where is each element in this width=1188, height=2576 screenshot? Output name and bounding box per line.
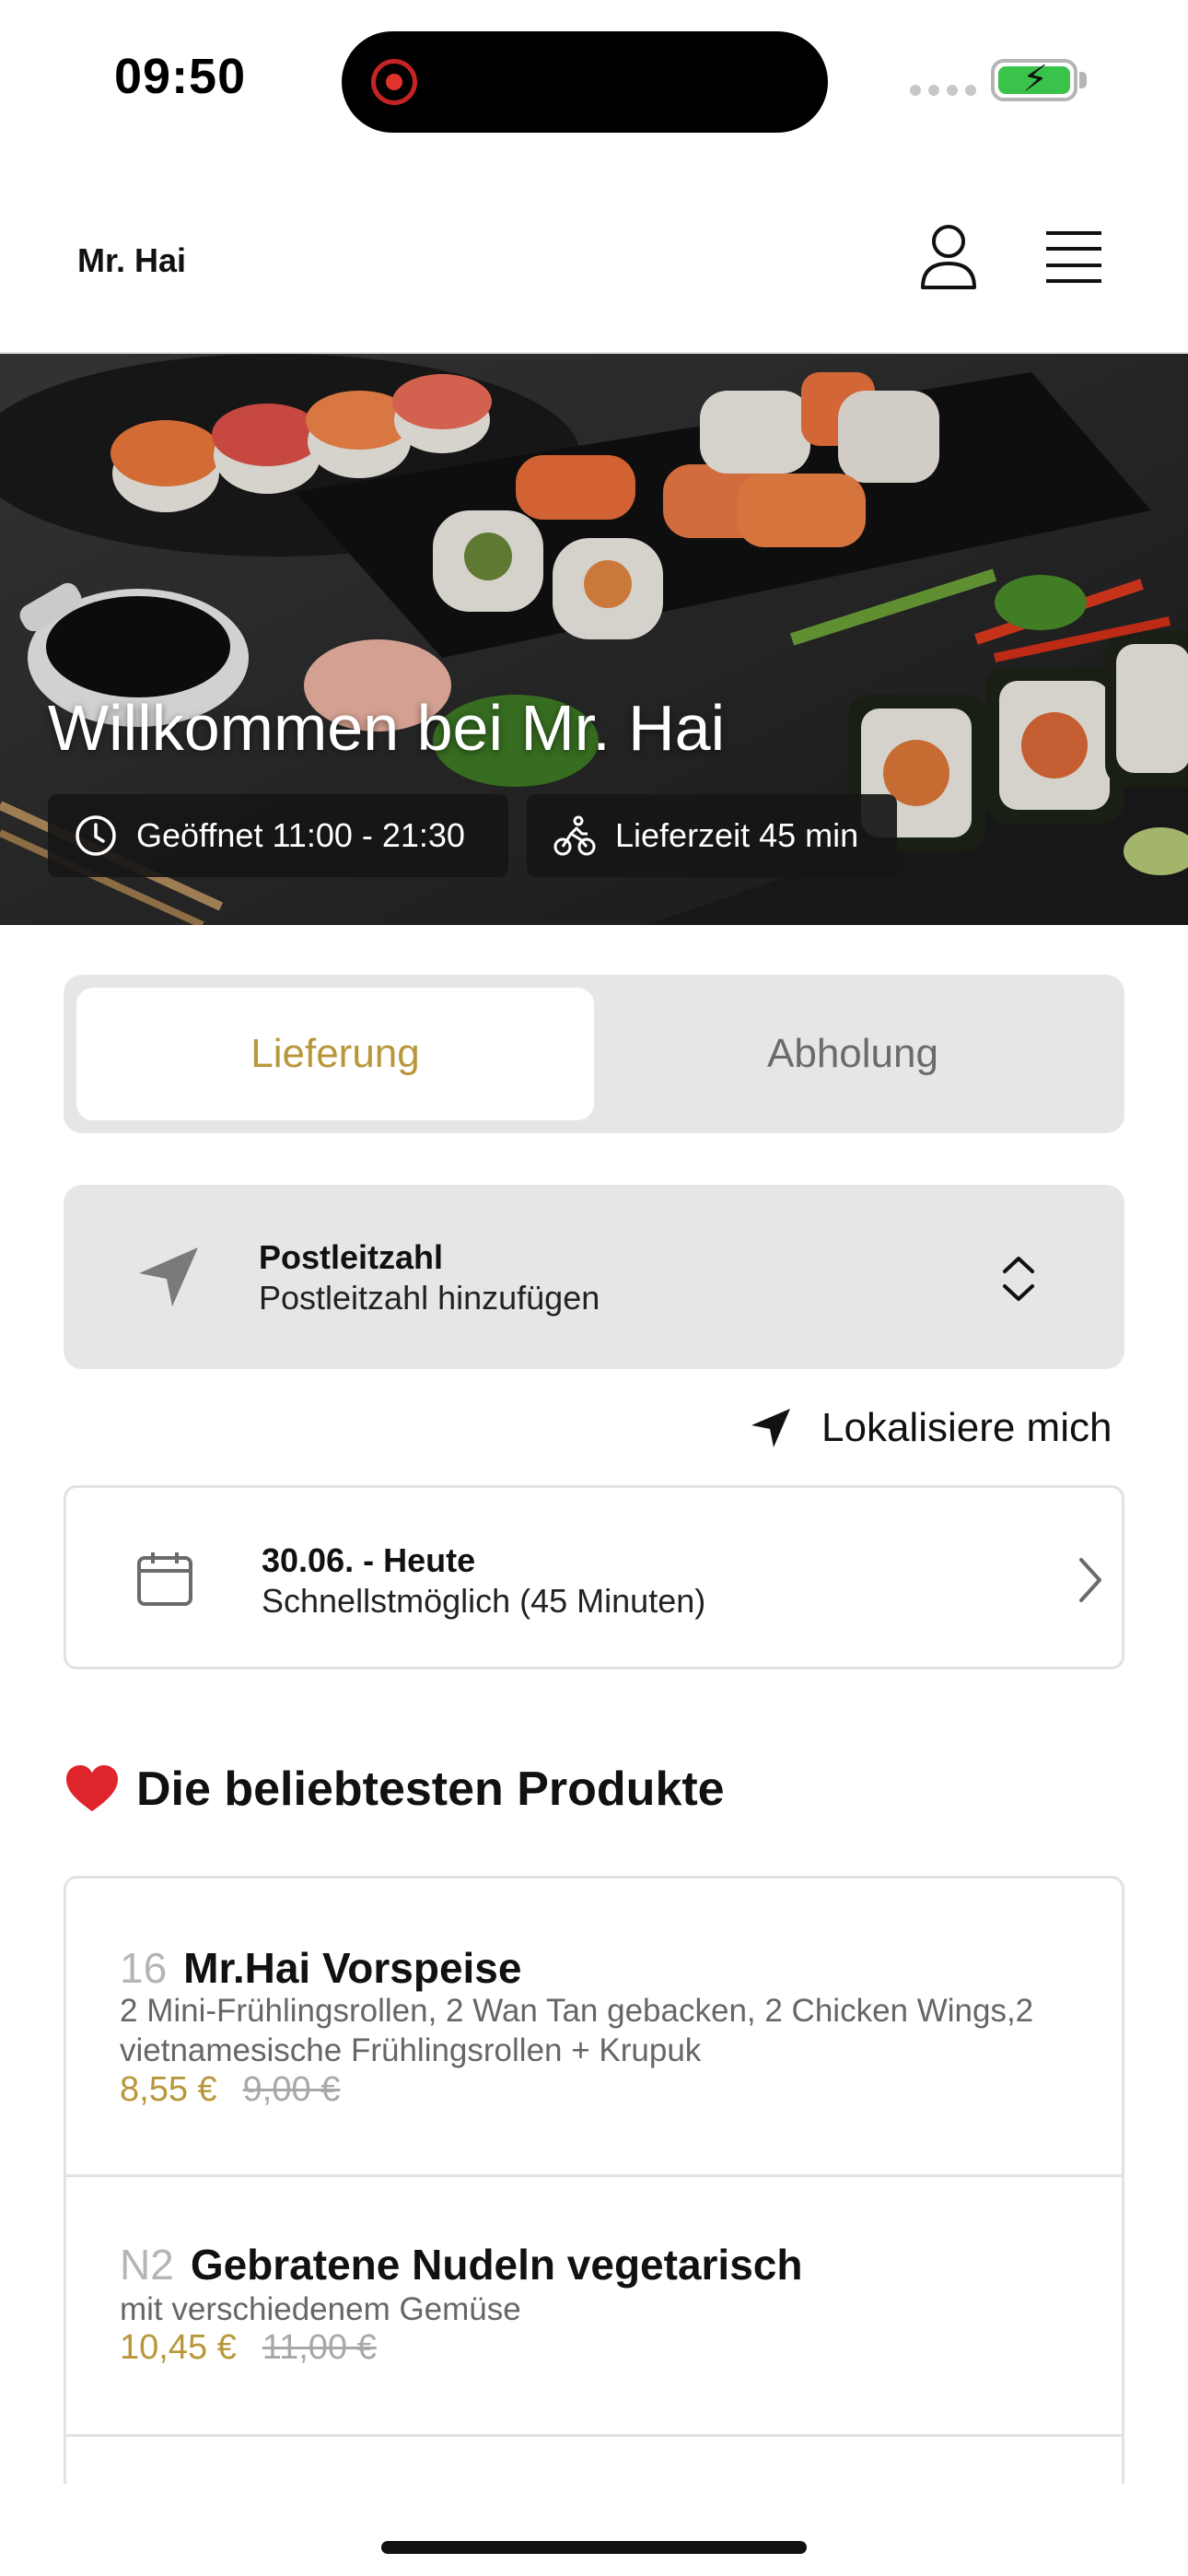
product-old-price: 9,00 €: [242, 2070, 341, 2109]
postcode-label: Postleitzahl: [259, 1238, 444, 1276]
dynamic-island: [342, 31, 828, 133]
opening-hours-text: Geöffnet 11:00 - 21:30: [136, 816, 465, 854]
home-indicator[interactable]: [381, 2541, 807, 2554]
delivery-time-text: Lieferzeit 45 min: [615, 816, 859, 854]
product-price: 10,45 €: [120, 2328, 237, 2367]
product-name: Gebratene Nudeln vegetarisch: [190, 2241, 803, 2289]
product-price: 8,55 €: [120, 2070, 217, 2109]
menu-icon[interactable]: [1044, 230, 1103, 284]
popular-products-heading: Die beliebtesten Produkte: [64, 1762, 725, 1817]
product-prices: 8,55 € 9,00 €: [120, 2070, 340, 2110]
order-mode-switch: Lieferung Abholung: [64, 975, 1124, 1133]
date-value: Schnellstmöglich (45 Minuten): [262, 1582, 706, 1620]
product-title: 16 Mr.Hai Vorspeise: [120, 1943, 521, 1993]
battery-cap: [1079, 72, 1087, 88]
product-name: Mr.Hai Vorspeise: [183, 1944, 522, 1992]
date-label: 30.06. - Heute: [262, 1541, 476, 1579]
navigation-arrow-icon: [751, 1409, 790, 1447]
product-number: N2: [120, 2241, 174, 2289]
product-title: N2 Gebratene Nudeln vegetarisch: [120, 2240, 802, 2289]
product-description: mit verschiedenem Gemüse: [120, 2291, 521, 2327]
product-item-partial[interactable]: [66, 2437, 1122, 2484]
product-item[interactable]: 16 Mr.Hai Vorspeise 2 Mini-Frühlingsrolle…: [66, 1879, 1122, 2177]
locate-me-label: Lokalisiere mich: [821, 1405, 1112, 1450]
pickup-tab[interactable]: Abholung: [594, 988, 1112, 1120]
status-bar: 09:50 ⚡: [0, 0, 1188, 157]
product-old-price: 11,00 €: [262, 2328, 377, 2367]
product-list: 16 Mr.Hai Vorspeise 2 Mini-Frühlingsrolle…: [64, 1876, 1124, 2484]
product-number: 16: [120, 1944, 168, 1992]
clock-icon: [76, 815, 116, 856]
product-item[interactable]: N2 Gebratene Nudeln vegetarisch mit versc…: [66, 2177, 1122, 2437]
opening-hours-badge: Geöffnet 11:00 - 21:30: [48, 794, 508, 877]
delivery-tab[interactable]: Lieferung: [76, 988, 594, 1120]
location-arrow-icon: [139, 1247, 198, 1306]
signal-icon: [910, 85, 976, 96]
product-prices: 10,45 € 11,00 €: [120, 2328, 377, 2368]
status-time: 09:50: [114, 49, 247, 104]
heart-icon: [66, 1765, 118, 1811]
postcode-value: Postleitzahl hinzufügen: [259, 1279, 600, 1317]
popular-products-title: Die beliebtesten Produkte: [136, 1762, 725, 1816]
hero-title: Willkommen bei Mr. Hai: [48, 692, 726, 764]
delivery-time-badge: Lieferzeit 45 min: [527, 794, 897, 877]
postcode-selector[interactable]: Postleitzahl Postleitzahl hinzufügen: [64, 1185, 1124, 1369]
user-icon[interactable]: [919, 223, 978, 291]
calendar-icon: [137, 1552, 192, 1606]
battery-icon: ⚡: [991, 59, 1077, 101]
chevron-right-icon: [1079, 1558, 1101, 1602]
chevron-up-down-icon: [1003, 1257, 1034, 1301]
screen-recording-icon: [371, 59, 417, 105]
bicycle-icon: [553, 815, 596, 856]
hero-banner: Willkommen bei Mr. Hai Geöffnet 11:00 - …: [0, 354, 1188, 925]
brand-name[interactable]: Mr. Hai: [77, 241, 186, 280]
delivery-date-selector[interactable]: 30.06. - Heute Schnellstmöglich (45 Minu…: [64, 1485, 1124, 1669]
locate-me-button[interactable]: Lokalisiere mich: [750, 1400, 1124, 1456]
app-header: Mr. Hai: [0, 157, 1188, 354]
product-description: 2 Mini-Frühlingsrollen, 2 Wan Tan geback…: [120, 1993, 1034, 2068]
